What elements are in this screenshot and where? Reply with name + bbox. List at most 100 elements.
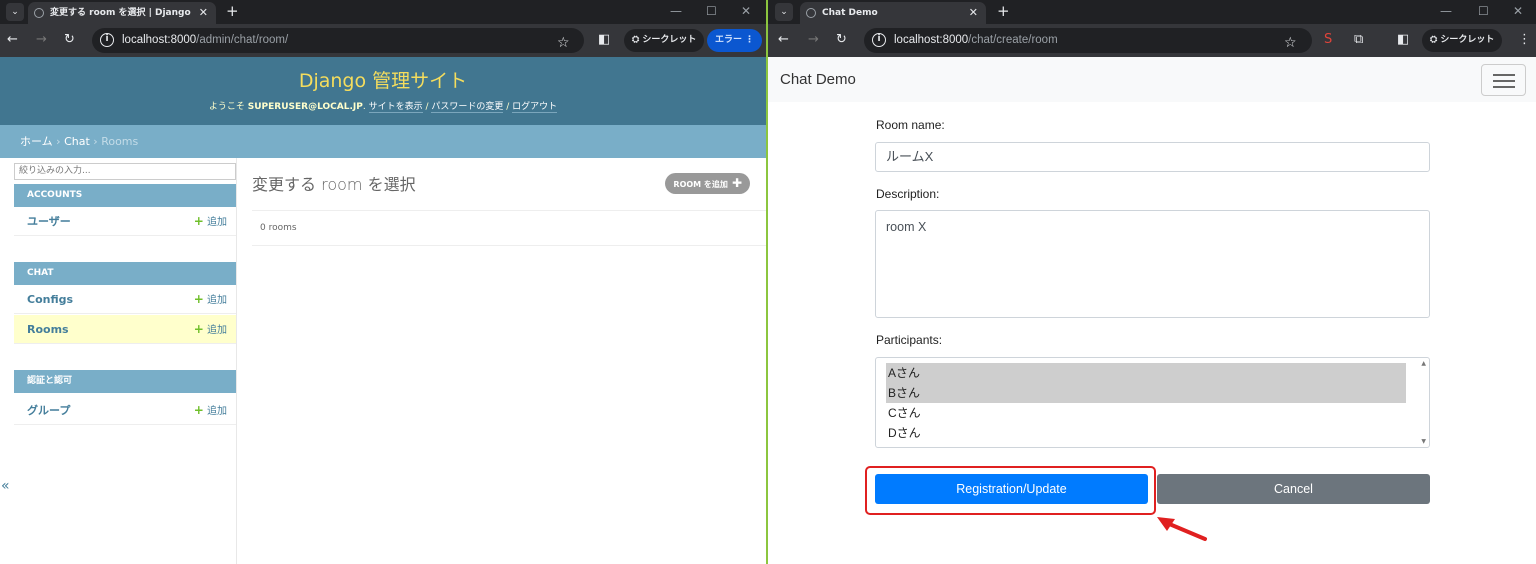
module-caption-auth[interactable]: 認証と認可: [14, 370, 236, 393]
participant-option[interactable]: Bさん: [886, 383, 1406, 403]
nav-filter-input[interactable]: 絞り込みの入力...: [14, 163, 236, 180]
back-icon[interactable]: ←: [7, 31, 18, 49]
breadcrumb-app[interactable]: Chat: [64, 135, 90, 148]
tab-strip: ⌄ Chat Demo ✕ + — ☐ ✕: [768, 0, 1536, 24]
red-arrow-annotation: [1157, 517, 1207, 541]
sidebar-item-rooms[interactable]: Rooms + 追加: [14, 315, 236, 344]
maximize-icon[interactable]: ☐: [1478, 0, 1489, 22]
plus-icon: +: [193, 322, 204, 336]
globe-icon: [806, 8, 816, 18]
address-bar[interactable]: i localhost:8000/chat/create/room ☆: [864, 28, 1312, 53]
tab-title: 変更する room を選択 | Django: [50, 8, 191, 18]
error-badge[interactable]: エラー ⋮: [707, 29, 763, 52]
scroll-up-arrow-icon[interactable]: ▲: [1421, 360, 1426, 367]
reload-icon[interactable]: ↻: [64, 31, 75, 49]
breadcrumb: ホーム › Chat › Rooms: [0, 125, 766, 158]
sidebar-item-users[interactable]: ユーザー + 追加: [14, 207, 236, 236]
menu-kebab-icon[interactable]: ⋮: [1518, 31, 1531, 49]
result-count: 0 rooms: [252, 210, 766, 246]
plus-icon: ✚: [731, 176, 742, 190]
cancel-button[interactable]: Cancel: [1157, 474, 1430, 504]
close-window-icon[interactable]: ✕: [1513, 0, 1523, 22]
sidebar-item-configs[interactable]: Configs + 追加: [14, 285, 236, 314]
sidebar-item-groups[interactable]: グループ + 追加: [14, 396, 236, 425]
add-config-link[interactable]: + 追加: [194, 285, 227, 315]
browser-toolbar: ← → ↻ i localhost:8000/admin/chat/room/ …: [0, 24, 766, 57]
incognito-badge[interactable]: ⛭ シークレット: [1422, 29, 1503, 52]
breadcrumb-home[interactable]: ホーム: [20, 135, 53, 148]
view-site-link[interactable]: サイトを表示: [368, 102, 423, 113]
navbar: Chat Demo: [768, 57, 1536, 102]
address-bar[interactable]: i localhost:8000/admin/chat/room/ ☆: [92, 28, 584, 53]
browser-window-admin: ⌄ 変更する room を選択 | Django ✕ + — ☐ ✕ ← → ↻…: [0, 0, 766, 564]
tab-search-icon[interactable]: ⌄: [6, 3, 24, 21]
url-text: localhost:8000/admin/chat/room/: [122, 34, 289, 46]
close-tab-icon[interactable]: ✕: [199, 2, 208, 24]
browser-toolbar: ← → ↻ i localhost:8000/chat/create/room …: [768, 24, 1536, 57]
incognito-icon: ⛭: [632, 35, 640, 45]
participants-label: Participants:: [876, 333, 943, 347]
site-info-icon[interactable]: i: [872, 33, 886, 47]
description-textarea[interactable]: room X: [875, 210, 1430, 318]
maximize-icon[interactable]: ☐: [706, 0, 717, 22]
module-caption-accounts[interactable]: ACCOUNTS: [14, 184, 236, 207]
create-room-form: Room name: ルームX Description: room X Part…: [768, 102, 1536, 541]
user-tools: ようこそ SUPERUSER@LOCAL.JP. サイトを表示 / パスワードの…: [208, 102, 558, 113]
minimize-icon[interactable]: —: [1440, 0, 1452, 22]
breadcrumb-current: Rooms: [101, 135, 139, 148]
content-area: 変更する room を選択 ROOM を追加 ✚ 0 rooms: [252, 158, 766, 564]
tab-chat-demo[interactable]: Chat Demo ✕: [800, 2, 986, 24]
add-user-link[interactable]: + 追加: [194, 207, 227, 237]
module-caption-chat[interactable]: CHAT: [14, 262, 236, 285]
site-branding[interactable]: Django 管理サイト: [0, 57, 766, 93]
site-info-icon[interactable]: i: [100, 33, 114, 47]
side-panel-icon[interactable]: ◧: [598, 31, 610, 49]
forward-icon[interactable]: →: [36, 31, 47, 49]
close-tab-icon[interactable]: ✕: [969, 2, 978, 24]
minimize-icon[interactable]: —: [670, 0, 682, 22]
participant-option[interactable]: Aさん: [886, 363, 1406, 383]
logout-link[interactable]: ログアウト: [512, 102, 558, 113]
page-title: 変更する room を選択: [252, 175, 416, 194]
side-panel-icon[interactable]: ◧: [1397, 31, 1409, 49]
reload-icon[interactable]: ↻: [836, 31, 847, 49]
incognito-badge[interactable]: ⛭ シークレット: [624, 29, 705, 52]
add-group-link[interactable]: + 追加: [194, 396, 227, 426]
plus-icon: +: [193, 214, 204, 228]
hamburger-menu-icon[interactable]: [1481, 64, 1526, 96]
add-room-link[interactable]: + 追加: [194, 315, 227, 345]
change-password-link[interactable]: パスワードの変更: [431, 102, 504, 113]
registration-update-button[interactable]: Registration/Update: [875, 474, 1148, 504]
participant-option[interactable]: Cさん: [886, 403, 1406, 423]
browser-window-chat: ⌄ Chat Demo ✕ + — ☐ ✕ ← → ↻ i localhost:…: [768, 0, 1536, 564]
extension-icon[interactable]: S: [1324, 31, 1332, 49]
sidebar: 絞り込みの入力... ACCOUNTS ユーザー + 追加 CHAT Confi…: [14, 158, 237, 564]
plus-icon: +: [193, 403, 204, 417]
close-window-icon[interactable]: ✕: [741, 0, 751, 22]
extensions-puzzle-icon[interactable]: ⧉: [1354, 31, 1363, 49]
username: SUPERUSER@LOCAL.JP: [247, 102, 363, 112]
room-name-input[interactable]: ルームX: [875, 142, 1430, 172]
room-name-label: Room name:: [876, 118, 945, 132]
incognito-icon: ⛭: [1430, 35, 1438, 45]
tab-strip: ⌄ 変更する room を選択 | Django ✕ + — ☐ ✕: [0, 0, 766, 24]
bookmark-star-icon[interactable]: ☆: [557, 34, 570, 52]
participant-option[interactable]: Dさん: [886, 423, 1406, 443]
tab-search-icon[interactable]: ⌄: [775, 3, 793, 21]
bookmark-star-icon[interactable]: ☆: [1284, 34, 1297, 52]
django-header: Django 管理サイト ようこそ SUPERUSER@LOCAL.JP. サイ…: [0, 57, 766, 125]
navbar-brand[interactable]: Chat Demo: [780, 57, 856, 102]
toggle-nav-sidebar[interactable]: «: [1, 478, 10, 494]
tab-title: Chat Demo: [822, 8, 878, 18]
scroll-down-arrow-icon[interactable]: ▼: [1421, 438, 1426, 445]
description-label: Description:: [876, 187, 940, 201]
forward-icon[interactable]: →: [808, 31, 819, 49]
back-icon[interactable]: ←: [778, 31, 789, 49]
url-text: localhost:8000/chat/create/room: [894, 34, 1058, 46]
globe-icon: [34, 8, 44, 18]
tab-admin[interactable]: 変更する room を選択 | Django ✕: [28, 2, 216, 24]
participants-multiselect[interactable]: Aさん Bさん Cさん Dさん ▲ ▼: [875, 357, 1430, 448]
new-tab-icon[interactable]: +: [226, 1, 239, 21]
new-tab-icon[interactable]: +: [997, 1, 1010, 21]
add-room-button[interactable]: ROOM を追加 ✚: [665, 173, 750, 194]
